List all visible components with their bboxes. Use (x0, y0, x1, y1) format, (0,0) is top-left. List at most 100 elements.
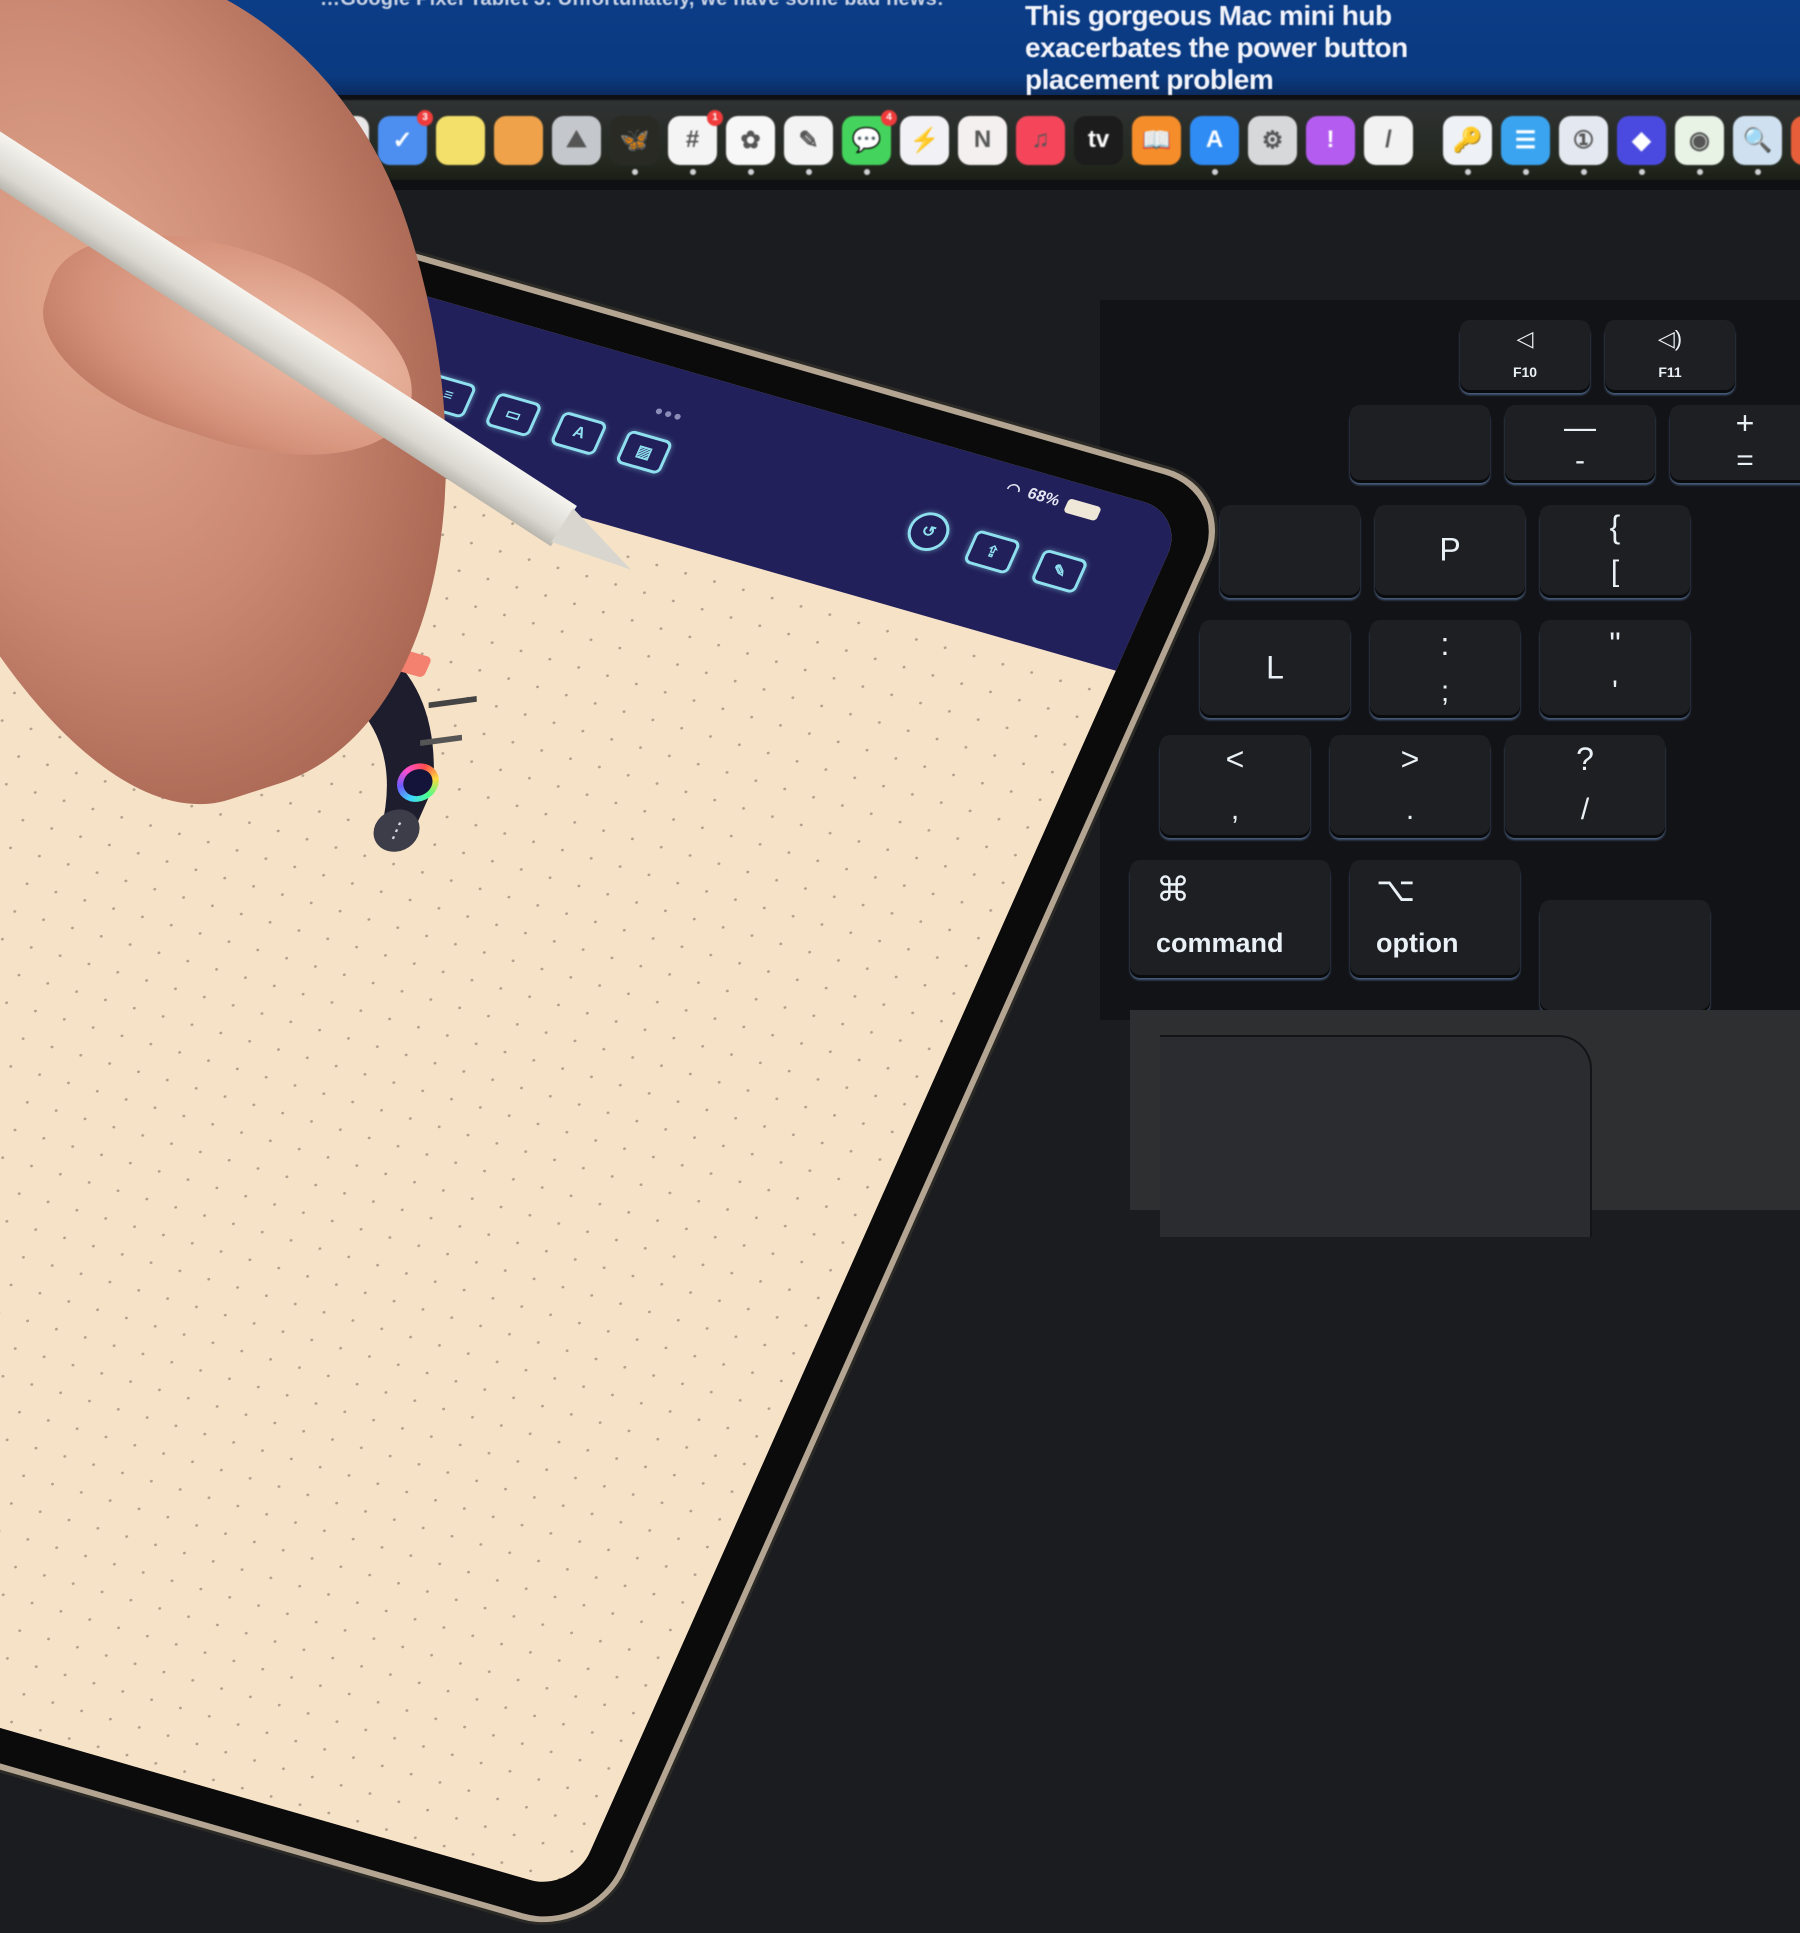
directory-icon: ☰ (1514, 126, 1537, 154)
key-space[interactable] (1540, 900, 1710, 1010)
article-teaser-text[interactable]: …Google Pixel Tablet 3: Unfortunately, w… (320, 0, 944, 11)
key-label: ? (1576, 741, 1594, 777)
key-label: : (1440, 626, 1450, 662)
key-semicolon[interactable]: : ; (1370, 620, 1520, 715)
magic-keyboard: ◁ F10 ◁) F11 — - + = P { [ L : ; " ' < ,… (1100, 300, 1800, 1020)
pixelmator-icon: / (1385, 126, 1392, 153)
key-f10[interactable]: ◁ F10 (1460, 320, 1590, 390)
key-slash[interactable]: ? / (1505, 735, 1665, 835)
dock-app-slack[interactable]: #1 (668, 109, 723, 175)
key-equals[interactable]: + = (1670, 405, 1800, 480)
shortcuts-icon: ◆ (1632, 126, 1651, 154)
battery-icon (1063, 497, 1103, 521)
dock-app-disk-utility[interactable]: ⛰ (552, 115, 601, 165)
dock-app-apple-tv[interactable]: tv (1074, 115, 1123, 165)
dock-app-news[interactable]: N (958, 115, 1007, 165)
dock-app-messages[interactable]: 💬 4 (842, 109, 897, 175)
running-indicator (1580, 168, 1587, 175)
app-store-icon: A (1205, 126, 1224, 153)
key-l[interactable]: L (1200, 620, 1350, 715)
dock-app-music[interactable]: ♫ (1016, 115, 1065, 165)
reminders-icon: ✓ (392, 126, 413, 154)
key-label: — (1564, 409, 1596, 445)
feedback-assistant-icon: ! (1326, 126, 1335, 153)
running-indicator (689, 168, 696, 175)
key-label: + (1735, 405, 1755, 441)
command-icon: ⌘ (1156, 871, 1190, 909)
dock-app-notes[interactable] (436, 115, 485, 165)
key-label: . (1405, 793, 1415, 826)
key-label: F10 (1512, 364, 1538, 380)
running-indicator (631, 168, 638, 175)
key-label: ; (1440, 675, 1450, 708)
running-indicator (1522, 168, 1529, 175)
key-label: " (1609, 626, 1621, 662)
key-label: command (1156, 928, 1284, 958)
dock-app-photos[interactable]: ✿ (726, 115, 775, 175)
key-comma[interactable]: < , (1160, 735, 1310, 835)
dock-app-keychain[interactable]: 🔑 (1443, 115, 1492, 175)
key-bracket[interactable]: { [ (1540, 505, 1690, 595)
dock-app-directory[interactable]: ☰ (1501, 115, 1550, 175)
key-quote[interactable]: " ' (1540, 620, 1690, 715)
key-label: option (1376, 928, 1459, 958)
running-indicator (1754, 168, 1761, 175)
trackpad[interactable] (1160, 1035, 1592, 1237)
dock-app-preview[interactable]: 🔍 (1733, 115, 1782, 175)
books-icon: 📖 (1141, 126, 1172, 154)
key-label: { (1609, 509, 1621, 545)
freeform-icon: ✎ (798, 126, 819, 154)
dock-app-tes[interactable]: 🦋 (610, 115, 659, 175)
1password-icon: ① (1572, 126, 1595, 154)
article-headline[interactable]: This gorgeous Mac mini hub exacerbates t… (1025, 0, 1445, 96)
running-indicator (863, 168, 870, 175)
dock-app-freeform[interactable]: ✎ (784, 115, 833, 175)
preview-icon: 🔍 (1742, 126, 1773, 154)
running-indicator (747, 168, 754, 175)
key-label: < (1225, 741, 1245, 777)
messenger-icon: ⚡ (909, 126, 940, 154)
apple-tv-icon: tv (1087, 126, 1110, 153)
dock-app-shortcuts[interactable]: ◆ (1617, 115, 1666, 175)
running-indicator (1464, 168, 1471, 175)
dock-app-find-my[interactable]: ◉ (1675, 115, 1724, 175)
key-label: , (1230, 793, 1240, 826)
system-settings-icon: ⚙ (1261, 126, 1284, 154)
key-label: = (1736, 444, 1754, 477)
key-period[interactable]: > . (1330, 735, 1490, 835)
dock-app-pages[interactable] (494, 115, 543, 165)
edit-icon[interactable]: ✎ (1029, 548, 1089, 595)
running-indicator (1638, 168, 1645, 175)
key-o[interactable] (1220, 505, 1360, 595)
disk-utility-icon: ⛰ (566, 126, 587, 153)
key-label: [ (1610, 555, 1620, 588)
volume-up-icon: ◁) (1657, 326, 1683, 351)
dock-app-system-settings[interactable]: ⚙ (1248, 115, 1297, 165)
mac-dock: ✓ 3 ⛰ 🦋 #1 ✿ ✎ 💬 4 ⚡ N ♫ tv 📖 A ⚙! / 🔑 ☰ ① ◆ ◉ 🔍 (300, 100, 1800, 180)
key-p[interactable]: P (1375, 505, 1525, 595)
key-nine[interactable] (1350, 405, 1490, 480)
key-label: > (1400, 741, 1420, 777)
key-option[interactable]: ⌥ option (1350, 860, 1520, 975)
messages-icon: 💬 (851, 126, 882, 154)
key-minus[interactable]: — - (1505, 405, 1655, 480)
key-label: F11 (1658, 364, 1682, 380)
volume-down-icon: ◁ (1516, 326, 1534, 351)
dock-app-pixelmator[interactable]: / (1364, 115, 1413, 165)
key-f11[interactable]: ◁) F11 (1605, 320, 1735, 390)
key-label: L (1266, 649, 1284, 685)
dock-app-app-extra[interactable] (1791, 115, 1800, 165)
dock-app-messenger[interactable]: ⚡ (900, 115, 949, 165)
key-command[interactable]: ⌘ command (1130, 860, 1330, 975)
dock-app-feedback-assistant[interactable]: ! (1306, 115, 1355, 165)
option-icon: ⌥ (1376, 871, 1416, 909)
photos-icon: ✿ (740, 126, 761, 154)
dock-app-app-store[interactable]: A (1190, 115, 1239, 175)
dock-app-reminders[interactable]: ✓ 3 (378, 109, 433, 165)
dock-app-1password[interactable]: ① (1559, 115, 1608, 175)
running-indicator (1696, 168, 1703, 175)
key-label: - (1575, 444, 1585, 477)
running-indicator (1211, 168, 1218, 175)
news-icon: N (973, 126, 992, 153)
dock-app-books[interactable]: 📖 (1132, 115, 1181, 165)
